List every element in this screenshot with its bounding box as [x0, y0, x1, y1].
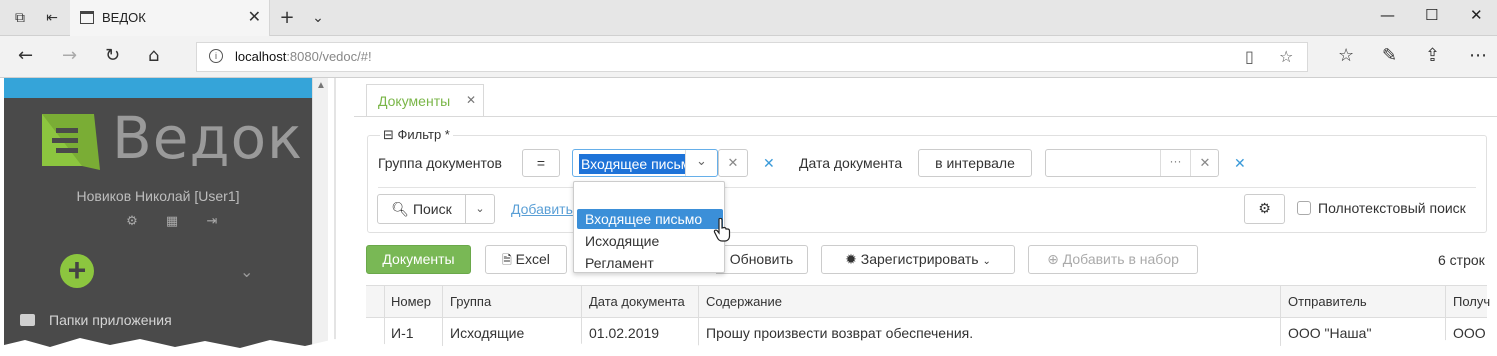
column-header[interactable]: Дата документа: [589, 294, 685, 309]
address-bar-row: ← → ↻ ⌂ i localhost:8080/vedoc/#! ▯ ☆ ☆ …: [0, 36, 1497, 78]
site-info-icon[interactable]: i: [209, 49, 223, 63]
group-label: Группа документов: [378, 155, 502, 171]
plus-circle-icon: ⊕: [1047, 251, 1059, 267]
browser-tab-title: ВЕДОК: [102, 10, 146, 25]
favorite-star-icon[interactable]: ☆: [1279, 47, 1293, 66]
search-button-main[interactable]: 🔍︎ Поиск: [378, 195, 466, 223]
remove-date-condition-icon[interactable]: ✕: [1234, 155, 1246, 172]
url-text: localhost:8080/vedoc/#!: [235, 49, 372, 64]
add-condition-link[interactable]: Добавить: [511, 201, 573, 217]
url-field[interactable]: i localhost:8080/vedoc/#! ▯ ☆: [196, 42, 1308, 72]
dropdown-option[interactable]: Входящее письмо: [577, 209, 723, 229]
splitter[interactable]: [334, 78, 336, 356]
remove-group-condition-icon[interactable]: ✕: [763, 155, 775, 172]
dropdown-option[interactable]: Регламент: [577, 253, 723, 273]
set-tabs-aside-icon[interactable]: ⇤: [42, 8, 62, 28]
refresh-icon[interactable]: ↻: [105, 45, 120, 66]
tab-list-chevron-icon[interactable]: ⌄: [308, 8, 328, 28]
chevron-down-icon: ⌄: [982, 256, 991, 267]
sidebar-scrollbar[interactable]: ▲: [312, 78, 328, 356]
excel-button[interactable]: 🗎 Excel: [485, 245, 567, 274]
reading-view-icon[interactable]: ▯: [1245, 47, 1254, 66]
favorites-list-icon[interactable]: ☆: [1338, 45, 1354, 66]
tab-documents[interactable]: Документы ✕: [366, 84, 484, 117]
sidebar: Ведок Новиков Николай [User1] ⚙ ▦ ⇥ + ⌄ Па…: [4, 78, 312, 356]
tab-underline: [354, 116, 1497, 117]
column-header[interactable]: Группа: [450, 294, 491, 309]
hand-cursor-icon: [713, 218, 731, 242]
maximize-icon[interactable]: ☐: [1425, 6, 1438, 24]
logout-icon[interactable]: ⇥: [192, 214, 232, 229]
page-icon: [80, 11, 94, 24]
documents-button[interactable]: Документы: [366, 245, 471, 274]
filter-settings-gear-icon[interactable]: ⚙: [1244, 194, 1285, 224]
close-tab-icon[interactable]: ✕: [248, 7, 261, 26]
scroll-up-icon[interactable]: ▲: [316, 80, 326, 91]
date-label: Дата документа: [799, 155, 903, 171]
tab-actions-icon[interactable]: ⧉: [10, 8, 30, 28]
refresh-button[interactable]: Обновить: [716, 245, 808, 274]
tab-documents-label: Документы: [378, 93, 451, 109]
chevron-down-icon[interactable]: ⌄: [685, 150, 717, 176]
app-logo-text: Ведок: [112, 104, 304, 172]
pen-icon[interactable]: ✎: [1382, 45, 1397, 66]
column-header[interactable]: Отправитель: [1288, 294, 1367, 309]
chevron-down-icon[interactable]: ⌄: [240, 262, 253, 281]
sidebar-item-label: Папки приложения: [49, 312, 172, 328]
vedok-logo-icon: [42, 114, 100, 170]
browser-tab-bar: ⧉ ⇤ ВЕДОК ✕ + ⌄ — ☐ ✕: [0, 0, 1497, 36]
add-to-set-button: ⊕ Добавить в набор: [1028, 245, 1198, 274]
user-name[interactable]: Новиков Николай [User1]: [4, 188, 312, 204]
new-tab-icon[interactable]: +: [277, 8, 297, 28]
search-icon: 🔍︎: [391, 201, 410, 217]
date-operator-button[interactable]: в интервале: [918, 149, 1032, 177]
clear-group-icon[interactable]: ✕: [718, 149, 748, 177]
apps-grid-icon[interactable]: ▦: [152, 214, 192, 229]
share-icon[interactable]: ⇪: [1425, 45, 1440, 66]
chevron-down-icon[interactable]: ⌄: [466, 195, 494, 223]
close-window-icon[interactable]: ✕: [1470, 6, 1483, 24]
filter-separator: [378, 187, 1476, 188]
home-icon[interactable]: ⌂: [148, 45, 159, 66]
torn-edge-decoration: [0, 338, 1497, 356]
clear-date-icon[interactable]: ✕: [1190, 150, 1219, 176]
dropdown-option[interactable]: Исходящие: [577, 231, 723, 251]
date-interval-field[interactable]: ··· ✕: [1045, 149, 1219, 177]
register-button[interactable]: ✹ Зарегистрировать ⌄: [821, 245, 1015, 274]
group-combobox[interactable]: Входящее письмо ⌄: [572, 149, 718, 177]
column-header[interactable]: Содержание: [706, 294, 782, 309]
folder-icon: [20, 314, 35, 326]
sidebar-item-app-folders[interactable]: Папки приложения: [20, 312, 172, 328]
fulltext-checkbox[interactable]: [1297, 201, 1311, 215]
row-count: 6 строк: [1438, 252, 1485, 268]
table-header: Номер Группа Дата документа Содержание О…: [366, 285, 1490, 318]
browser-tab[interactable]: ВЕДОК ✕: [70, 0, 270, 36]
settings-gear-icon[interactable]: ⚙: [112, 214, 152, 229]
sidebar-accent-bar: [4, 78, 312, 98]
close-tab-icon[interactable]: ✕: [466, 93, 476, 107]
fulltext-label: Полнотекстовый поиск: [1318, 200, 1466, 216]
minimize-icon[interactable]: —: [1380, 6, 1395, 24]
column-header[interactable]: Номер: [391, 294, 431, 309]
back-icon[interactable]: ←: [18, 45, 33, 66]
group-operator-button[interactable]: =: [522, 149, 560, 177]
group-combobox-value[interactable]: Входящее письмо: [579, 154, 685, 174]
search-button[interactable]: 🔍︎ Поиск ⌄: [377, 194, 495, 224]
add-plus-button[interactable]: +: [60, 254, 94, 288]
excel-icon: 🗎: [502, 253, 512, 267]
forward-icon: →: [62, 45, 78, 66]
column-header[interactable]: Получ: [1453, 294, 1490, 309]
gear-icon: ✹: [845, 251, 857, 267]
group-dropdown-list: Входящее письмо Исходящие Регламент: [573, 181, 725, 273]
ellipsis-icon[interactable]: ···: [1160, 150, 1190, 176]
filter-legend[interactable]: ⊟ Фильтр *: [380, 127, 453, 143]
more-icon[interactable]: ⋯: [1469, 45, 1487, 66]
